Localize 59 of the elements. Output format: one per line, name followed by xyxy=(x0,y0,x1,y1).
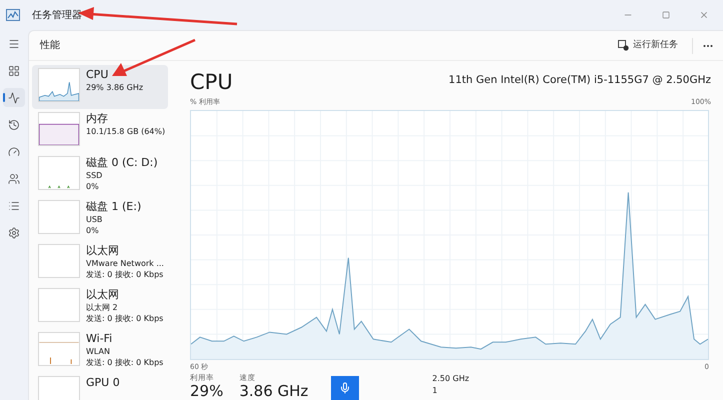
gauge-icon xyxy=(8,146,20,158)
resource-item[interactable]: Wi-Fi WLAN 发送: 0 接收: 0 Kbps xyxy=(32,329,168,373)
resource-thumbnail xyxy=(38,244,80,278)
microphone-icon xyxy=(339,382,351,394)
resource-name: 磁盘 0 (C: D:) xyxy=(86,156,158,170)
cpu-sparkline xyxy=(38,68,80,102)
base-speed-value: 2.50 GHz xyxy=(432,373,470,385)
page-title: 性能 xyxy=(40,38,60,53)
stat-value: 3.86 GHz xyxy=(239,383,308,400)
resource-detail: WLAN xyxy=(86,346,112,357)
users-icon xyxy=(8,172,20,184)
settings-icon xyxy=(8,226,20,238)
resource-item[interactable]: 内存 10.1/15.8 GB (64%) xyxy=(32,109,168,153)
resource-detail: 0% xyxy=(86,181,100,192)
detail-title: CPU xyxy=(190,69,233,95)
nav-button[interactable] xyxy=(3,88,25,107)
run-task-button[interactable]: 运行新任务 xyxy=(612,34,684,56)
resource-detail: 以太网 2 xyxy=(86,302,119,313)
sockets-value: 1 xyxy=(432,385,438,397)
resource-detail: 发送: 0 接收: 0 Kbps xyxy=(86,313,162,324)
resource-detail: 发送: 0 接收: 0 Kbps xyxy=(86,269,162,280)
close-icon xyxy=(699,10,709,20)
resource-detail: 0% xyxy=(86,225,100,236)
resource-thumbnail xyxy=(38,200,80,234)
selection-indicator xyxy=(3,93,5,102)
resource-detail: SSD xyxy=(86,170,104,181)
resource-detail: VMware Network ... xyxy=(86,258,162,269)
resource-item[interactable]: CPU 29% 3.86 GHz xyxy=(32,65,168,109)
resource-name: 以太网 xyxy=(86,288,120,302)
microphone-overlay[interactable] xyxy=(331,376,359,400)
resource-name: 内存 xyxy=(86,112,109,126)
resource-thumbnail xyxy=(38,288,80,322)
resource-name: GPU 0 xyxy=(86,376,120,390)
resource-name: Wi-Fi xyxy=(86,332,114,346)
processor-name: 11th Gen Intel(R) Core(TM) i5-1155G7 @ 2.50GHz xyxy=(448,73,711,88)
resource-detail: 29% 3.86 GHz xyxy=(86,82,144,93)
history-icon xyxy=(8,118,20,130)
disk-sparkline xyxy=(38,156,80,190)
resource-name: 以太网 xyxy=(86,244,120,258)
resource-name: 磁盘 1 (E:) xyxy=(86,200,142,214)
stat-value: 29% xyxy=(190,383,224,400)
memory-sparkline xyxy=(38,112,80,146)
resource-item[interactable]: GPU 0 xyxy=(32,373,168,400)
resource-name: CPU xyxy=(86,68,110,82)
menu-icon xyxy=(8,38,20,50)
run-task-icon xyxy=(618,40,629,51)
resource-detail: USB xyxy=(86,214,104,225)
resource-item[interactable]: 磁盘 0 (C: D:) SSD 0% xyxy=(32,153,168,197)
grid-icon xyxy=(8,64,20,76)
window-title: 任务管理器 xyxy=(32,8,82,22)
app-icon xyxy=(6,9,20,21)
resource-item[interactable]: 以太网 VMware Network ... 发送: 0 接收: 0 Kbps xyxy=(32,241,168,285)
resource-item[interactable]: 以太网 以太网 2 发送: 0 接收: 0 Kbps xyxy=(32,285,168,329)
resource-detail: 10.1/15.8 GB (64%) xyxy=(86,126,162,137)
maximize-icon xyxy=(662,11,670,19)
resource-item[interactable]: 磁盘 1 (E:) USB 0% xyxy=(32,197,168,241)
pulse-icon xyxy=(8,92,20,104)
resource-detail: 发送: 0 接收: 0 Kbps xyxy=(86,357,162,368)
network-sparkline xyxy=(38,332,80,366)
